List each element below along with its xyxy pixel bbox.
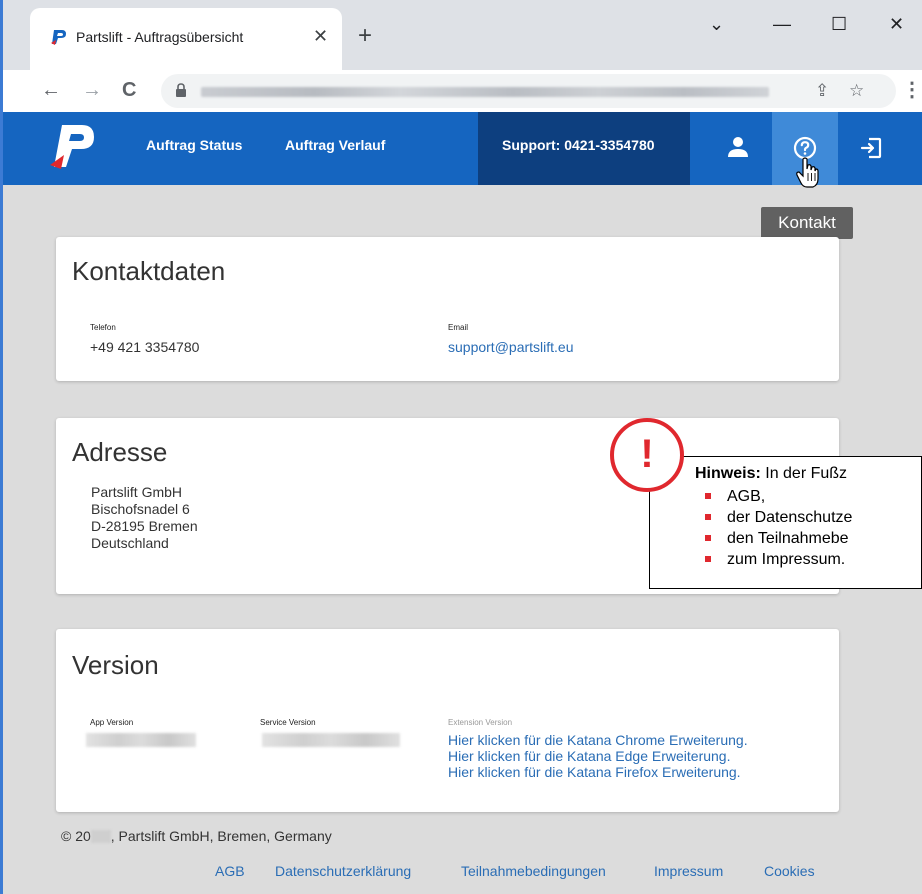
hint-list-item: der Datenschutze — [705, 507, 852, 528]
hint-text: Hinweis: In der Fußz — [695, 463, 847, 484]
logout-icon — [860, 137, 882, 159]
close-tab-icon[interactable]: ✕ — [313, 26, 328, 46]
tab-strip: Partslift - Auftragsübersicht ✕ + ⌄ — ☐ … — [3, 0, 922, 70]
email-label: Email — [448, 323, 469, 332]
browser-tab[interactable]: Partslift - Auftragsübersicht ✕ — [30, 8, 342, 70]
nav-auftrag-status[interactable]: Auftrag Status — [146, 137, 242, 153]
address-line: D-28195 Bremen — [91, 518, 198, 534]
address-bar[interactable]: ⇪ ☆ — [161, 74, 896, 108]
new-tab-button[interactable]: + — [358, 24, 372, 48]
footer-link-impressum[interactable]: Impressum — [654, 863, 723, 879]
extension-version-label: Extension Version — [448, 718, 513, 727]
address-line: Partslift GmbH — [91, 484, 183, 500]
address-line: Bischofsnadel 6 — [91, 501, 190, 517]
hand-cursor-icon — [796, 157, 819, 188]
card-title-adresse: Adresse — [72, 437, 168, 467]
chrome-extension-link[interactable]: Hier klicken für die Katana Chrome Erwei… — [448, 732, 748, 748]
card-title-version: Version — [72, 650, 159, 680]
support-label: Support: 0421-3354780 — [502, 137, 655, 153]
minimize-button[interactable]: — — [773, 12, 791, 36]
copyright-year-blurred — [90, 830, 111, 843]
hint-body: In der Fußz — [760, 465, 848, 482]
user-icon — [728, 137, 748, 157]
extension-links: Hier klicken für die Katana Chrome Erwei… — [448, 732, 748, 780]
blurred-url — [201, 87, 769, 97]
partslift-favicon-icon — [51, 30, 66, 45]
address-line: Deutschland — [91, 535, 169, 551]
nav-auftrag-verlauf[interactable]: Auftrag Verlauf — [285, 137, 385, 153]
exclamation-icon: ! — [610, 418, 684, 492]
card-version: Version App Version Service Version Exte… — [56, 629, 839, 812]
close-window-button[interactable]: ✕ — [889, 12, 904, 36]
email-link[interactable]: support@partslift.eu — [448, 339, 574, 355]
support-phone: Support: 0421-3354780 — [478, 112, 690, 185]
exclamation-mark: ! — [640, 432, 654, 476]
edge-extension-link[interactable]: Hier klicken für die Katana Edge Erweite… — [448, 748, 748, 764]
tooltip-kontakt: Kontakt — [761, 207, 853, 239]
footer-link-agb[interactable]: AGB — [215, 863, 245, 879]
service-version-label: Service Version — [260, 718, 316, 727]
back-button[interactable]: ← — [41, 77, 61, 103]
reload-button[interactable]: C — [122, 77, 136, 103]
app-version-value-blurred — [86, 733, 196, 747]
service-version-value-blurred — [262, 733, 400, 747]
user-button[interactable] — [706, 112, 772, 185]
app-version-label: App Version — [90, 718, 134, 727]
phone-value: +49 421 3354780 — [90, 339, 200, 355]
hint-callout: Hinweis: In der Fußz AGB, der Datenschut… — [649, 456, 922, 589]
address-block: Partslift GmbH Bischofsnadel 6 D-28195 B… — [91, 484, 198, 552]
browser-toolbar: ← → C ⇪ ☆ ⋮ — [3, 70, 922, 112]
firefox-extension-link[interactable]: Hier klicken für die Katana Firefox Erwe… — [448, 764, 748, 780]
hint-list-item: AGB, — [705, 486, 852, 507]
phone-label: Telefon — [90, 323, 116, 332]
footer-link-datenschutz[interactable]: Datenschutzerklärung — [275, 863, 411, 879]
share-icon[interactable]: ⇪ — [815, 80, 829, 102]
hint-list-item: den Teilnahmebe — [705, 528, 852, 549]
copyright-prefix: © 20 — [61, 828, 91, 844]
forward-button[interactable]: → — [82, 77, 102, 103]
browser-window: Partslift - Auftragsübersicht ✕ + ⌄ — ☐ … — [0, 0, 922, 894]
lock-icon — [176, 83, 186, 97]
bookmark-star-icon[interactable]: ☆ — [849, 80, 864, 102]
logout-button[interactable] — [838, 112, 904, 185]
footer-link-cookies[interactable]: Cookies — [764, 863, 815, 879]
footer-link-teilnahme[interactable]: Teilnahmebedingungen — [461, 863, 606, 879]
copyright-suffix: , Partslift GmbH, Bremen, Germany — [110, 828, 332, 844]
card-title-kontakt: Kontaktdaten — [72, 256, 226, 286]
tab-title: Partslift - Auftragsübersicht — [76, 29, 244, 45]
hint-list-item: zum Impressum. — [705, 549, 852, 570]
hint-list: AGB, der Datenschutze den Teilnahmebe zu… — [705, 486, 852, 570]
hint-bold: Hinweis: — [695, 465, 761, 482]
maximize-button[interactable]: ☐ — [831, 12, 847, 36]
card-kontaktdaten: Kontaktdaten Telefon +49 421 3354780 Ema… — [56, 237, 839, 381]
browser-menu-icon[interactable]: ⋮ — [902, 77, 922, 103]
tab-search-chevron-icon[interactable]: ⌄ — [709, 12, 724, 36]
app-navbar: Auftrag Status Auftrag Verlauf Support: … — [3, 112, 922, 185]
copyright: © 20 , Partslift GmbH, Bremen, Germany — [61, 828, 332, 844]
partslift-logo[interactable] — [48, 121, 96, 171]
